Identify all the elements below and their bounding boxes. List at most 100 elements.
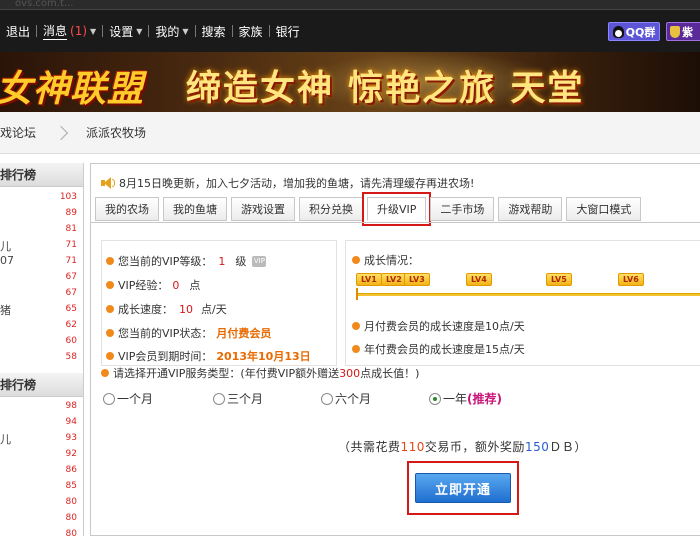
plan-option-one-month[interactable]: 一个月: [103, 390, 153, 407]
tab-large-window[interactable]: 大窗口模式: [566, 197, 642, 221]
level-marker: LV3: [404, 273, 430, 286]
radio-button[interactable]: [103, 392, 115, 405]
purple-badge-button[interactable]: 紫: [666, 22, 700, 41]
nav-family[interactable]: 家族: [233, 23, 269, 40]
purple-badge-label: 紫: [682, 25, 693, 39]
cost-amount: 110: [400, 440, 425, 454]
ranking-row[interactable]: 98: [0, 399, 83, 415]
ranking-sidebar: 排行榜 103 89 81 儿 71 07 71 67 67 猪 65 62 60 5…: [0, 163, 84, 536]
vip-exp-line: VIP经验： 0 点: [106, 277, 200, 293]
ranking-row[interactable]: 07 71: [0, 254, 83, 270]
ranking-row[interactable]: 儿 71: [0, 238, 83, 254]
breadcrumb-current[interactable]: 派派农牧场: [86, 124, 146, 141]
top-bar: ovs.com.t... 退出 消息 (1) ▼ 设置 ▼ 我的 ▼ 搜索 家族 银行 …: [0, 0, 700, 52]
radio-button[interactable]: [213, 392, 225, 405]
cost-summary: （共需花费110交易币，额外奖励150ＤＢ）: [338, 440, 587, 454]
bullet-icon: [106, 281, 114, 289]
vip-level-line: 您当前的VIP等级： 1 级 VIP: [106, 253, 267, 269]
ranking-row[interactable]: 58: [0, 350, 83, 366]
ranking-row[interactable]: 儿 93: [0, 431, 83, 447]
nav-search[interactable]: 搜索: [196, 23, 232, 40]
growth-title: 成长情况：: [352, 252, 419, 268]
ranking-row[interactable]: 89: [0, 206, 83, 222]
ranking-row[interactable]: 80: [0, 495, 83, 511]
ranking-row[interactable]: 80: [0, 511, 83, 527]
nav-bank[interactable]: 银行: [270, 23, 306, 40]
bullet-icon: [101, 369, 109, 377]
ranking-header-2: 排行榜: [0, 373, 83, 397]
bonus-value: 300: [339, 366, 361, 380]
radio-button-selected[interactable]: [429, 392, 441, 405]
vip-exp-value: 0: [172, 278, 180, 292]
banner-slogan: 缔造女神 惊艳之旅 天堂: [186, 68, 585, 109]
nav-messages-count: (1): [70, 24, 88, 38]
tab-my-farm[interactable]: 我的农场: [95, 197, 159, 221]
submit-highlight: 立即开通: [407, 461, 519, 515]
activate-now-button[interactable]: 立即开通: [415, 473, 511, 503]
tab-upgrade-vip[interactable]: 升级VIP: [361, 192, 432, 226]
banner-logo: 女神联盟: [0, 68, 145, 110]
breadcrumb: 戏论坛 派派农牧场: [0, 112, 700, 154]
ranking-row[interactable]: 85: [0, 479, 83, 495]
ranking-row[interactable]: 67: [0, 270, 83, 286]
vip-panel: 8月15日晚更新，加入七夕活动，增加我的鱼塘，请先清理缓存再进农场! 我的农场 …: [90, 163, 700, 536]
game-banner[interactable]: 女神联盟 缔造女神 惊艳之旅 天堂: [0, 52, 700, 112]
nav-messages-label: 消息: [43, 24, 68, 40]
bullet-icon: [106, 257, 114, 265]
nav-logout[interactable]: 退出: [0, 23, 36, 40]
vip-info-box: 您当前的VIP等级： 1 级 VIP VIP经验： 0 点 成长速度： 10 点…: [101, 240, 337, 366]
qq-group-button[interactable]: QQ群: [608, 22, 660, 41]
ranking-row[interactable]: 60: [0, 334, 83, 350]
reward-amount: 150: [524, 440, 550, 454]
ranking-row[interactable]: 103: [0, 190, 83, 206]
growth-progress-track: [356, 288, 700, 300]
tab-bar: 我的农场 我的鱼塘 游戏设置 积分兑换 升级VIP 二手市场 游戏帮助 大窗口模…: [95, 192, 642, 226]
plan-options: 一个月 三个月 六个月 一年 (推荐): [103, 390, 700, 408]
tab-second-hand-market[interactable]: 二手市场: [430, 197, 495, 221]
ranking-row[interactable]: 86: [0, 463, 83, 479]
recommend-tag: (推荐): [467, 392, 502, 406]
vip-status-value: 月付费会员: [216, 327, 272, 340]
vip-level-value: 1: [218, 254, 226, 268]
ranking-row[interactable]: 猪 65: [0, 302, 83, 318]
vip-badge-icon: VIP: [252, 255, 267, 267]
shield-icon: [670, 25, 680, 38]
nav-messages[interactable]: 消息 (1) ▼: [37, 22, 102, 40]
level-marker: LV4: [466, 273, 492, 286]
radio-button[interactable]: [321, 392, 333, 405]
level-marker: LV2: [381, 273, 407, 286]
growth-speed-line: 成长速度： 10 点/天: [106, 301, 227, 317]
tab-my-fishpond[interactable]: 我的鱼塘: [163, 197, 227, 221]
plan-option-three-months[interactable]: 三个月: [213, 390, 263, 407]
ranking-row[interactable]: 94: [0, 415, 83, 431]
ranking-row[interactable]: 80: [0, 527, 83, 536]
tab-points-exchange[interactable]: 积分兑换: [299, 197, 363, 221]
nav-settings-label: 设置: [109, 24, 134, 39]
ranking-header-1: 排行榜: [0, 163, 83, 187]
plan-option-one-year[interactable]: 一年 (推荐): [429, 390, 502, 407]
ranking-row[interactable]: 81: [0, 222, 83, 238]
ranking-row[interactable]: 67: [0, 286, 83, 302]
nav-mine[interactable]: 我的 ▼: [149, 23, 194, 40]
ranking-row[interactable]: 92: [0, 447, 83, 463]
ranking-list-2: 98 94 儿93 92 86 85 80 80 80 猪78: [0, 397, 83, 536]
chevron-right-icon: [53, 125, 69, 140]
breadcrumb-forum[interactable]: 戏论坛: [0, 124, 36, 141]
level-marker: LV5: [546, 273, 572, 286]
plan-option-six-months[interactable]: 六个月: [321, 390, 371, 407]
nav-mine-label: 我的: [155, 24, 180, 39]
yearly-speed-note: 年付费会员的成长速度是15点/天: [352, 341, 525, 357]
growth-box: 成长情况： LV1 LV2 LV3 LV4 LV5 LV6 月付费会员的成长速度…: [345, 240, 700, 366]
update-notice: 8月15日晚更新，加入七夕活动，增加我的鱼塘，请先清理缓存再进农场!: [101, 175, 474, 191]
tab-game-settings[interactable]: 游戏设置: [231, 197, 295, 221]
top-strip: ovs.com.t...: [0, 0, 700, 10]
ranking-row[interactable]: 62: [0, 318, 83, 334]
ranking-list-1: 103 89 81 儿 71 07 71 67 67 猪 65 62 60 58: [0, 187, 83, 366]
chevron-down-icon: ▼: [182, 26, 189, 36]
nav-settings[interactable]: 设置 ▼: [103, 23, 148, 40]
growth-speed-value: 10: [179, 302, 193, 316]
nav-bank-label: 银行: [275, 24, 300, 39]
tab-game-help[interactable]: 游戏帮助: [498, 197, 563, 221]
bullet-icon: [352, 256, 360, 264]
vip-expire-value: 2013年10月13日: [216, 350, 311, 363]
